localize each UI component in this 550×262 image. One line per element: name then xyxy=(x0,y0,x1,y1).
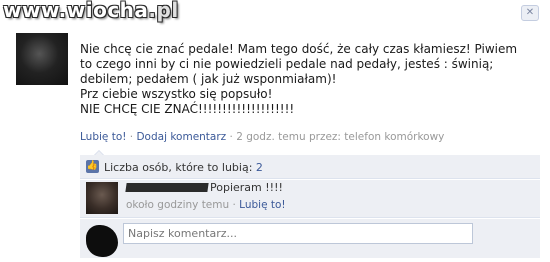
commenter-avatar[interactable] xyxy=(86,182,118,214)
comments-section: 👍 Liczba osób, które to lubią: 2 Popiera… xyxy=(80,150,540,258)
comment-like-link[interactable]: Lubię to! xyxy=(239,199,285,211)
meta-separator: · xyxy=(226,131,237,143)
post-text: Nie chcę cie znać pedale! Mam tego dość,… xyxy=(80,42,518,116)
watermark-brand: wiocha xyxy=(66,0,149,22)
comment-composer xyxy=(80,219,540,258)
add-comment-link[interactable]: Dodaj komentarz xyxy=(136,131,226,143)
watermark-tld: .pl xyxy=(148,0,179,22)
comment-text: Popieram !!!! xyxy=(210,181,283,194)
comment-input[interactable] xyxy=(123,223,473,244)
likes-label: Liczba osób, które to lubią: xyxy=(104,161,253,174)
likes-row: 👍 Liczba osób, które to lubią: 2 xyxy=(80,155,540,179)
comment-item: Popieram !!!! około godziny temu · Lubię… xyxy=(80,180,540,218)
post-author-avatar[interactable] xyxy=(16,33,68,85)
comment-meta: około godziny temu · Lubię to! xyxy=(126,199,286,211)
thumbs-up-icon: 👍 xyxy=(86,160,99,173)
post-meta: Lubię to! · Dodaj komentarz · 2 godz. te… xyxy=(80,131,444,143)
meta-separator: · xyxy=(126,131,137,143)
likes-summary: Liczba osób, które to lubią: 2 xyxy=(104,161,263,174)
likes-count-link[interactable]: 2 xyxy=(256,161,263,174)
like-link[interactable]: Lubię to! xyxy=(80,131,126,143)
post-timestamp: 2 godz. temu przez: telefon komórkowy xyxy=(236,131,445,143)
close-icon[interactable]: ✕ xyxy=(521,5,539,21)
watermark-prefix: www. xyxy=(3,0,67,22)
watermark-logo: www.wiocha.pl xyxy=(3,0,179,22)
current-user-avatar xyxy=(86,225,118,257)
commenter-name-redacted[interactable] xyxy=(125,183,209,192)
comment-meta-separator: · xyxy=(229,199,240,211)
comment-time: około godziny temu xyxy=(126,199,230,211)
